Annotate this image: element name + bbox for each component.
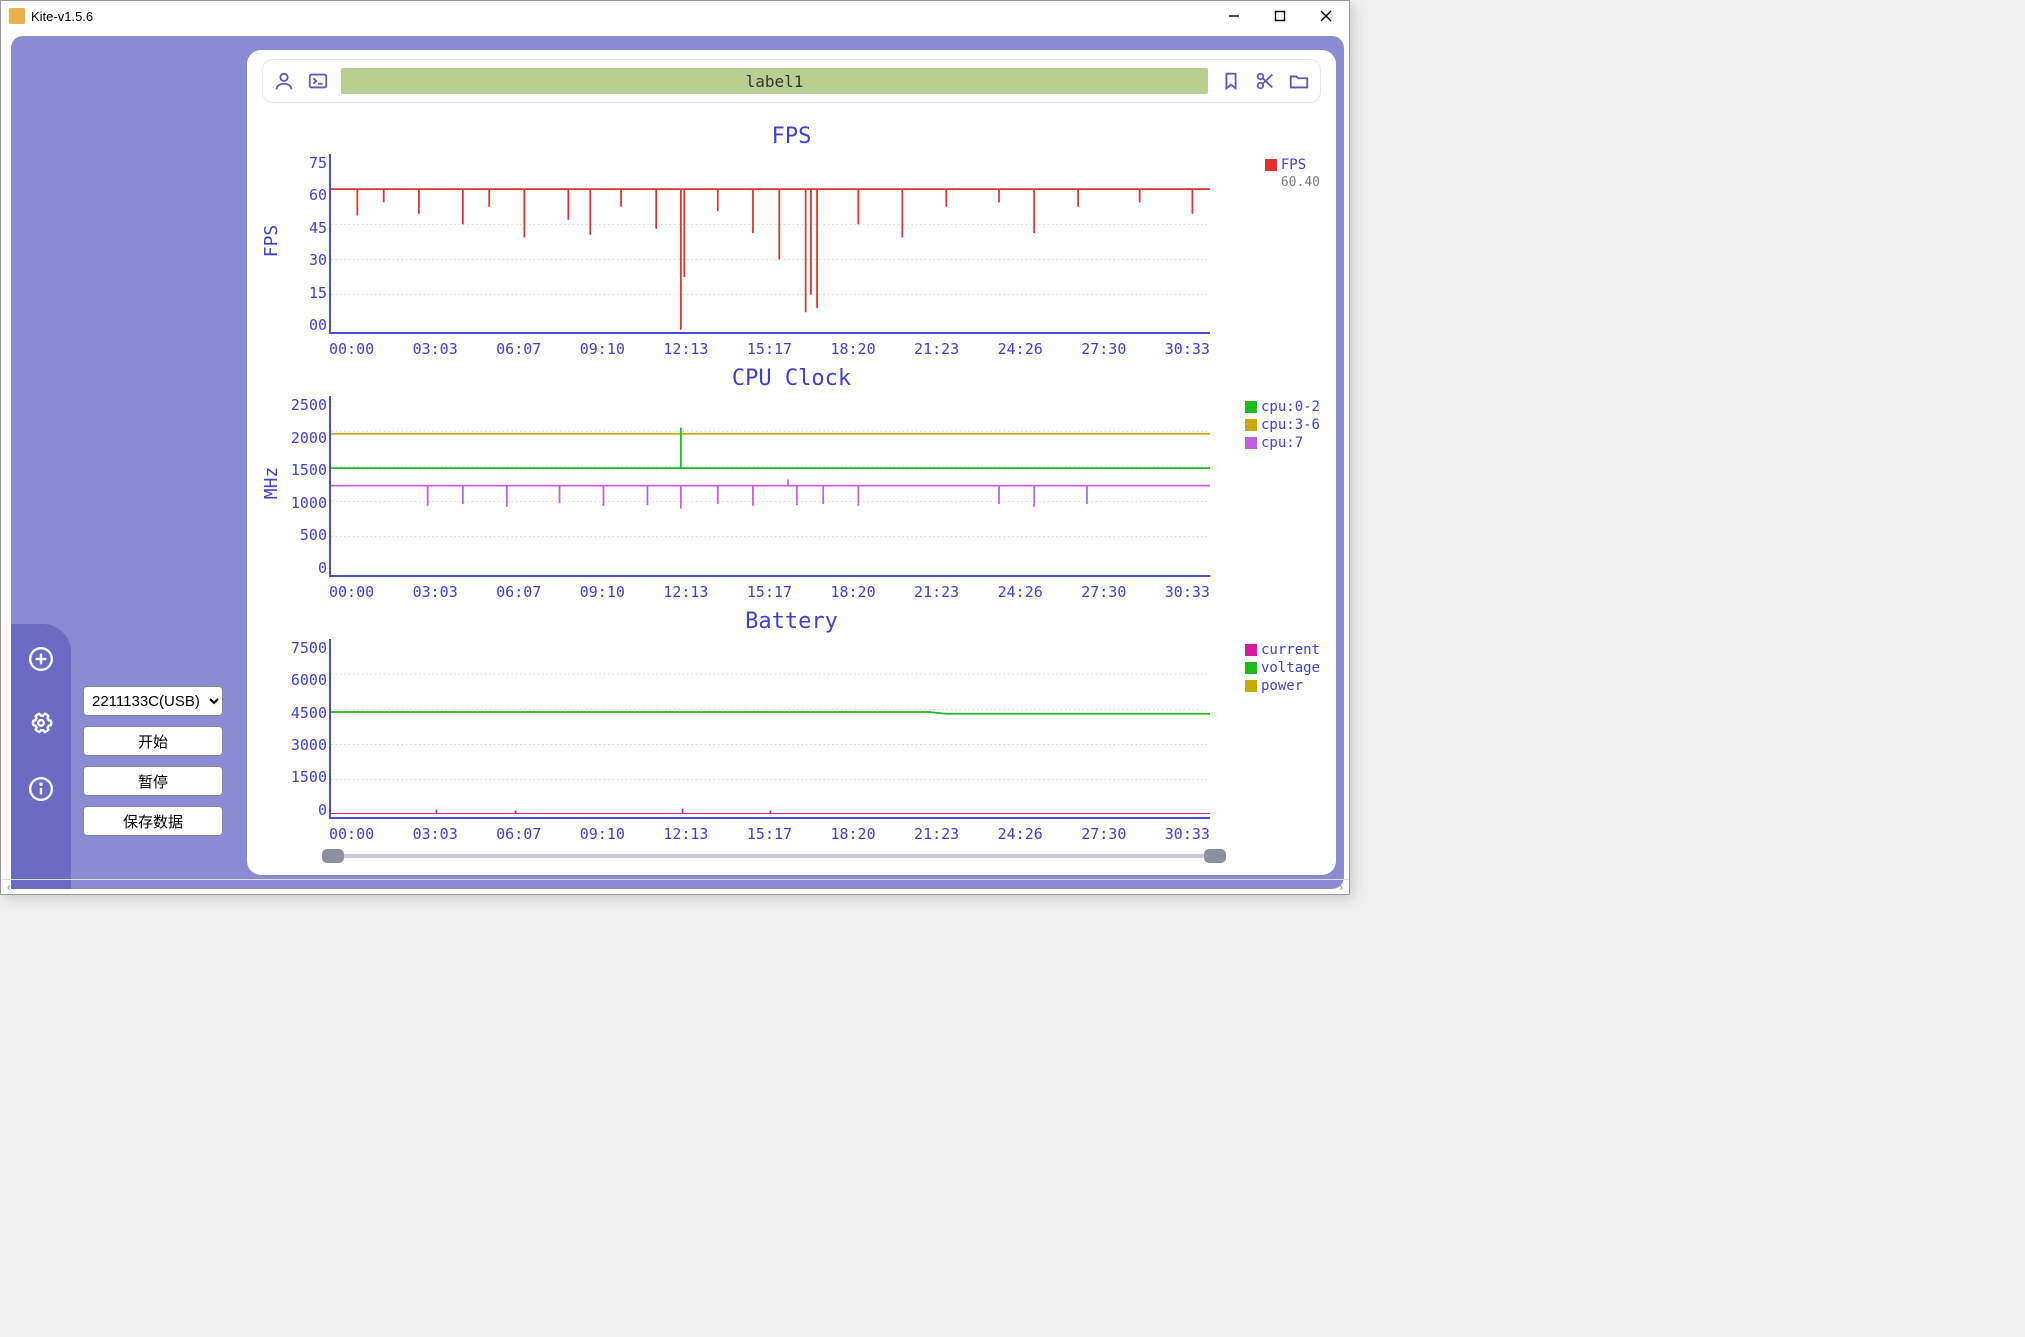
charts-area: FPS FPS 756045301500 <box>263 120 1320 847</box>
card-toolbar: label1 <box>263 60 1320 102</box>
start-button[interactable]: 开始 <box>83 726 223 756</box>
maximize-button[interactable] <box>1257 1 1303 31</box>
window-title: Kite-v1.5.6 <box>31 9 93 24</box>
cpu-plot <box>329 396 1210 576</box>
device-select[interactable]: 2211133C(USB) <box>83 686 223 716</box>
label-field[interactable]: label1 <box>341 68 1208 94</box>
cpu-chart[interactable]: CPU Clock MHz 25002000150010005000 <box>263 362 1320 604</box>
battery-xticks: 00:0003:0306:0709:1012:1315:1718:2021:23… <box>329 825 1210 843</box>
fps-chart[interactable]: FPS FPS 756045301500 <box>263 120 1320 362</box>
content-card: label1 FPS FPS 756045301500 <box>247 50 1336 875</box>
side-controls: 2211133C(USB) 开始 暂停 保存数据 <box>83 686 223 836</box>
battery-plot <box>329 639 1210 819</box>
app-icon <box>9 8 25 24</box>
main-panel: 2211133C(USB) 开始 暂停 保存数据 label1 <box>11 36 1344 889</box>
bookmark-icon[interactable] <box>1220 70 1242 92</box>
time-range-slider[interactable] <box>322 843 1226 869</box>
terminal-icon[interactable] <box>307 70 329 92</box>
titlebar[interactable]: Kite-v1.5.6 <box>1 1 1349 31</box>
app-window: Kite-v1.5.6 <box>0 0 1350 895</box>
fps-legend: FPS 60.40 <box>1265 156 1320 192</box>
scroll-right-icon[interactable]: › <box>1339 882 1343 894</box>
info-button[interactable] <box>28 776 54 807</box>
fps-xticks: 00:0003:0306:0709:1012:1315:1718:2021:23… <box>329 340 1210 358</box>
scissors-icon[interactable] <box>1254 70 1276 92</box>
minimize-button[interactable] <box>1211 1 1257 31</box>
save-button[interactable]: 保存数据 <box>83 806 223 836</box>
battery-chart[interactable]: Battery 750060004500300015000 <box>263 605 1320 847</box>
user-icon[interactable] <box>273 70 295 92</box>
fps-yticks: 756045301500 <box>285 154 327 334</box>
settings-button[interactable] <box>28 711 54 742</box>
add-button[interactable] <box>28 646 54 677</box>
close-button[interactable] <box>1303 1 1349 31</box>
cpu-yticks: 25002000150010005000 <box>285 396 327 576</box>
range-handle-right[interactable] <box>1204 849 1226 863</box>
legend-swatch <box>1265 159 1277 171</box>
pause-button[interactable]: 暂停 <box>83 766 223 796</box>
fps-plot <box>329 154 1210 334</box>
battery-legend: current voltage power <box>1245 641 1320 695</box>
window-h-scrollbar[interactable]: ‹ › <box>1 879 1349 895</box>
cpu-legend: cpu:0-2 cpu:3-6 cpu:7 <box>1245 398 1320 452</box>
scroll-left-icon[interactable]: ‹ <box>7 882 11 894</box>
folder-icon[interactable] <box>1288 70 1310 92</box>
range-handle-left[interactable] <box>322 849 344 863</box>
cpu-xticks: 00:0003:0306:0709:1012:1315:1718:2021:23… <box>329 583 1210 601</box>
left-rail <box>11 624 71 889</box>
battery-yticks: 750060004500300015000 <box>285 639 327 819</box>
